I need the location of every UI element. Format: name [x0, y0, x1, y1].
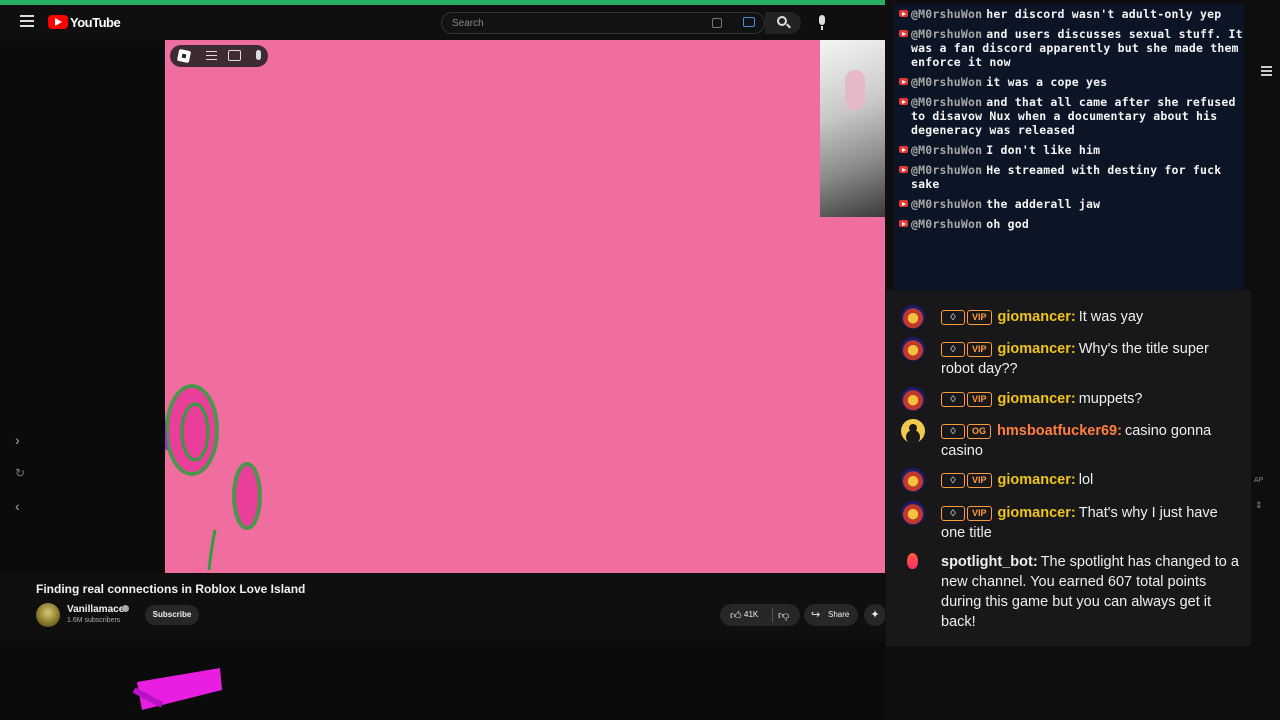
youtube-badge-icon	[899, 146, 908, 153]
vip-badge: VIP	[967, 342, 992, 357]
vip-badge: VIP	[967, 392, 992, 407]
chat-username[interactable]: giomancer:	[998, 341, 1076, 357]
microphone-icon	[819, 15, 825, 25]
user-avatar[interactable]	[901, 501, 925, 525]
menu-icon[interactable]	[20, 15, 34, 27]
share-icon: ↪	[811, 609, 821, 621]
spotlight-bot-avatar[interactable]	[901, 550, 925, 574]
chat-message: ♢ VIP giomancer: Why's the title super rob…	[900, 337, 1240, 379]
vip-badge: VIP	[967, 310, 992, 325]
overlay-chat-line: @M0rshuWon and that all came after she re…	[894, 95, 1244, 137]
panel-menu-icon[interactable]	[1261, 66, 1272, 76]
like-count[interactable]: 41K	[744, 610, 758, 619]
like-dislike-group: 👍︎ 41K 👎︎	[720, 604, 800, 626]
refresh-icon[interactable]: ↻	[15, 466, 27, 482]
ap-label: AP	[1254, 477, 1264, 484]
drawing-scribble	[165, 384, 262, 573]
translate-icon[interactable]	[743, 17, 755, 27]
chat-message: spotlight_bot: The spotlight has changed …	[900, 552, 1240, 632]
chevron-right-icon[interactable]: ›	[15, 432, 27, 448]
chat-username[interactable]: giomancer:	[998, 391, 1076, 407]
chat-message: ♢ OG hmsboatfucker69: casino gonna casino	[900, 419, 1240, 461]
youtube-badge-icon	[899, 98, 908, 105]
overlay-chat-line: @M0rshuWon her discord wasn't adult-only …	[894, 7, 1244, 21]
drop-badge-icon: ♢	[941, 392, 965, 407]
drop-badge-icon: ♢	[941, 424, 965, 439]
drop-badge-icon: ♢	[941, 310, 965, 325]
chevron-left-icon[interactable]: ‹	[15, 498, 27, 514]
subscribe-button[interactable]: Subscribe	[145, 605, 199, 625]
youtube-badge-icon	[899, 78, 908, 85]
search-input[interactable]	[452, 16, 702, 30]
drop-badge-icon: ♢	[941, 342, 965, 357]
user-avatar[interactable]	[901, 387, 925, 411]
chat-username[interactable]: spotlight_bot:	[941, 554, 1038, 570]
user-avatar[interactable]	[901, 337, 925, 361]
video-player[interactable]	[165, 40, 885, 573]
user-avatar[interactable]	[901, 468, 925, 492]
drop-badge-icon: ♢	[941, 473, 965, 488]
video-title: Finding real connections in Roblox Love …	[36, 582, 306, 596]
youtube-badge-icon	[899, 30, 908, 37]
chat-username[interactable]: giomancer:	[998, 472, 1076, 488]
youtube-badge-icon	[899, 166, 908, 173]
youtube-logo-icon[interactable]	[48, 15, 68, 29]
overlay-chat-line: @M0rshuWon oh god	[894, 217, 1244, 231]
overlay-chat-line: @M0rshuWon it was a cope yes	[894, 75, 1244, 89]
chat-text: muppets?	[1078, 391, 1143, 407]
overlay-chat-line: @M0rshuWon I don't like him	[894, 143, 1244, 157]
keyboard-icon[interactable]	[712, 18, 722, 28]
thumbs-up-icon[interactable]: 👍︎	[730, 609, 742, 622]
youtube-badge-icon	[899, 10, 908, 17]
bottom-scribble	[132, 668, 222, 710]
chat-username[interactable]: hmsboatfucker69:	[997, 423, 1122, 439]
overlay-chat-line: @M0rshuWon He streamed with destiny for f…	[894, 163, 1244, 191]
chat-message: ♢ VIP giomancer: muppets?	[900, 387, 1240, 411]
vip-badge: VIP	[967, 506, 992, 521]
channel-avatar[interactable]	[36, 603, 60, 627]
og-badge: OG	[967, 424, 992, 439]
user-avatar[interactable]	[901, 419, 925, 443]
game-chat-icon[interactable]	[228, 50, 241, 61]
chat-username[interactable]: giomancer:	[998, 505, 1076, 521]
game-controls-overlay	[170, 45, 268, 67]
overlay-chat: @M0rshuWon her discord wasn't adult-only …	[894, 4, 1244, 290]
channel-name[interactable]: Vanillamace	[67, 604, 124, 615]
chat-message: ♢ VIP giomancer: That's why I just have on…	[900, 501, 1240, 543]
youtube-badge-icon	[899, 220, 908, 227]
overlay-chat-line: @M0rshuWon the adderall jaw	[894, 197, 1244, 211]
chat-text: lol	[1078, 472, 1094, 488]
overlay-chat-line: @M0rshuWon and users discusses sexual stu…	[894, 27, 1244, 69]
chat-message: ♢ VIP giomancer: It was yay	[900, 305, 1240, 329]
chat-message: ♢ VIP giomancer: lol	[900, 468, 1240, 492]
share-button[interactable]: ↪ Share	[804, 604, 858, 626]
share-label: Share	[828, 610, 850, 619]
more-actions-icon[interactable]: ✦	[864, 604, 886, 626]
youtube-logo-text[interactable]: YouTube	[70, 15, 121, 30]
vip-badge: VIP	[967, 473, 992, 488]
youtube-header: YouTube	[0, 5, 890, 41]
user-avatar[interactable]	[901, 305, 925, 329]
game-menu-icon[interactable]	[206, 51, 217, 61]
game-mic-icon[interactable]	[256, 50, 261, 60]
chat-username[interactable]: giomancer:	[998, 309, 1076, 325]
subscriber-count: 1.6M subscribers	[67, 617, 121, 624]
video-info: Finding real connections in Roblox Love …	[0, 574, 890, 641]
search-button[interactable]	[765, 12, 801, 34]
youtube-badge-icon	[899, 200, 908, 207]
chat-text: It was yay	[1078, 309, 1144, 325]
webcam-feed	[820, 40, 885, 217]
voice-search-button[interactable]	[815, 15, 829, 31]
drop-badge-icon: ♢	[941, 506, 965, 521]
scroll-arrows-icon[interactable]: ⇕	[1255, 500, 1263, 511]
thumbs-down-icon[interactable]: 👎︎	[778, 609, 789, 622]
roblox-logo-icon[interactable]	[176, 48, 192, 64]
verified-icon	[122, 605, 129, 612]
